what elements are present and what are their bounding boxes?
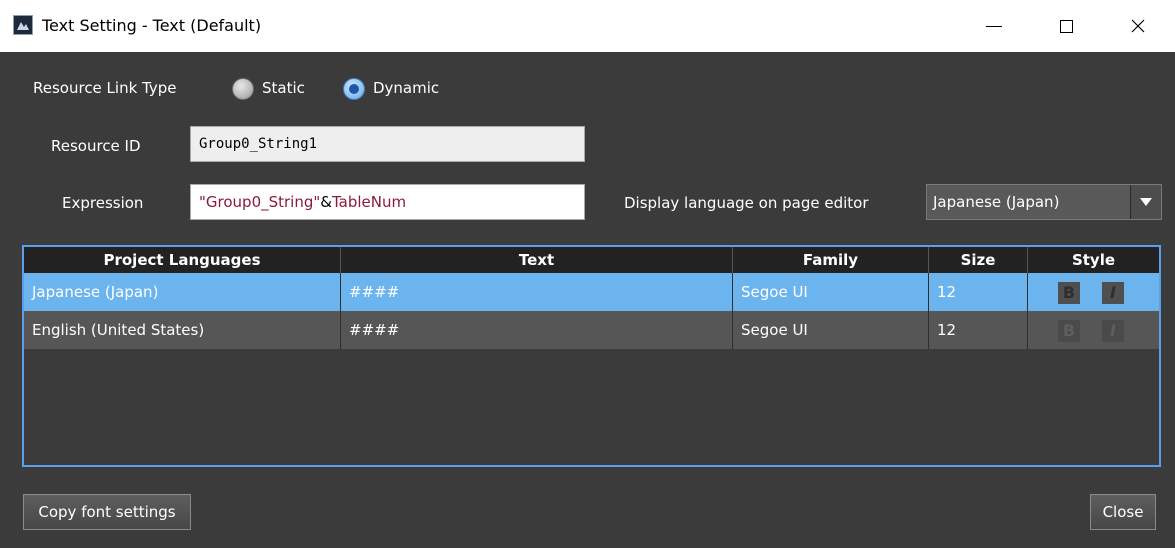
dynamic-radio-label[interactable]: Dynamic [373,79,439,97]
column-header-project-languages[interactable]: Project Languages [24,247,341,273]
cell-language[interactable]: Japanese (Japan) [24,273,341,311]
cell-text[interactable]: #### [341,311,733,349]
dynamic-radio[interactable] [343,78,365,100]
resource-link-type-label: Resource Link Type [33,79,177,97]
close-button[interactable]: Close [1090,494,1156,530]
maximize-button[interactable] [1038,0,1094,52]
italic-button[interactable]: I [1102,282,1124,304]
display-language-value: Japanese (Japan) [933,193,1060,211]
dropdown-arrow-button[interactable] [1130,185,1161,219]
languages-table: Project Languages Text Family Size Style… [22,245,1161,467]
cell-family[interactable]: Segoe UI [733,311,929,349]
italic-button[interactable]: I [1102,320,1124,342]
bold-button[interactable]: B [1058,282,1080,304]
display-language-select[interactable]: Japanese (Japan) [926,184,1162,220]
cell-family[interactable]: Segoe UI [733,273,929,311]
app-icon [13,15,33,35]
column-header-family[interactable]: Family [733,247,929,273]
minimize-button[interactable] [966,0,1022,52]
column-header-text[interactable]: Text [341,247,733,273]
cell-size[interactable]: 12 [929,311,1028,349]
table-header: Project Languages Text Family Size Style [24,247,1159,273]
resource-id-label: Resource ID [51,137,141,155]
display-language-label: Display language on page editor [624,194,869,212]
expression-label: Expression [62,194,144,212]
resource-id-field[interactable]: Group0_String1 [190,126,585,162]
expression-operator: & [320,193,332,211]
bold-button[interactable]: B [1058,320,1080,342]
chevron-down-icon [1140,198,1152,206]
cell-style: B I [1028,273,1159,311]
minimize-icon [986,25,1002,27]
window-title: Text Setting - Text (Default) [42,16,262,35]
expression-variable: TableNum [331,193,407,211]
cell-text[interactable]: #### [341,273,733,311]
cell-size[interactable]: 12 [929,273,1028,311]
table-row[interactable]: Japanese (Japan) #### Segoe UI 12 B I [24,273,1159,311]
column-header-size[interactable]: Size [929,247,1028,273]
expression-string: "Group0_String" [199,193,321,211]
title-bar: Text Setting - Text (Default) [0,0,1175,52]
cell-style: B I [1028,311,1159,349]
static-radio[interactable] [232,78,254,100]
expression-input[interactable]: "Group0_String" & TableNum [190,184,585,220]
static-radio-label[interactable]: Static [262,79,305,97]
column-header-style[interactable]: Style [1028,247,1159,273]
cell-language[interactable]: English (United States) [24,311,341,349]
copy-font-settings-button[interactable]: Copy font settings [23,494,191,530]
table-row[interactable]: English (United States) #### Segoe UI 12… [24,311,1159,349]
close-window-button[interactable] [1110,0,1166,52]
close-icon [1131,19,1145,33]
maximize-icon [1059,19,1073,33]
